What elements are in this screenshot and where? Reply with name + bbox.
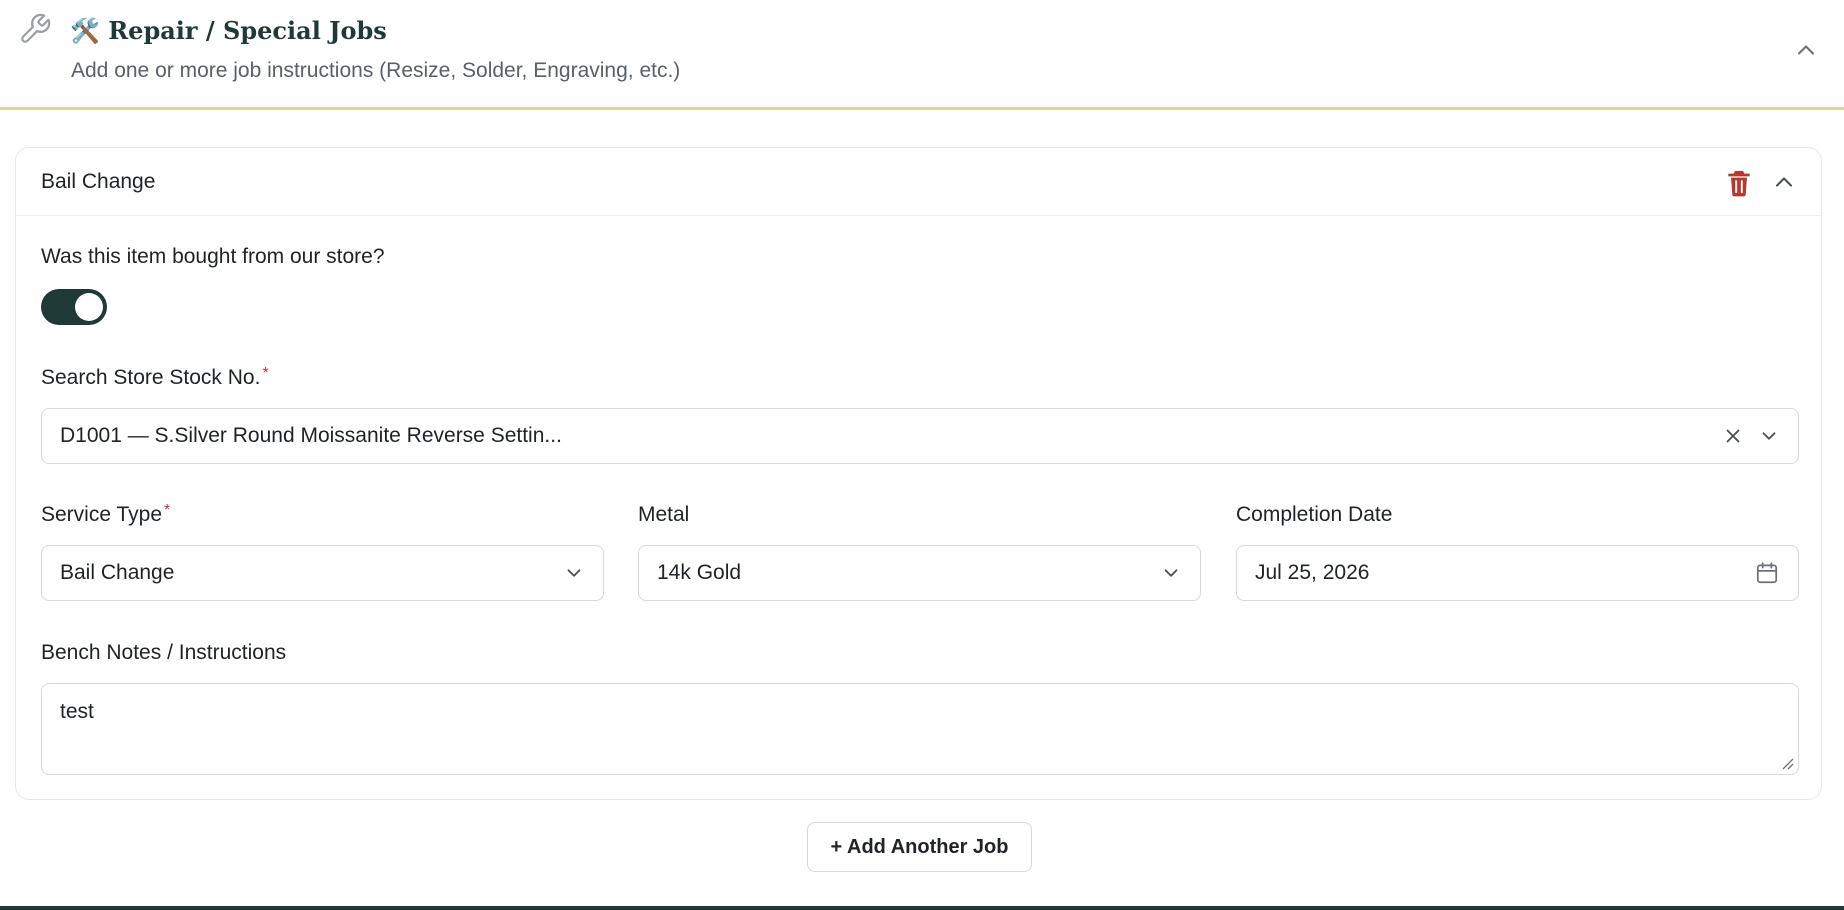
stock-label-text: Search Store Stock No. [41,366,261,389]
bottom-divider [0,906,1844,910]
metal-select[interactable]: 14k Gold [638,545,1201,601]
service-type-label-text: Service Type [41,503,163,526]
completion-date-input[interactable]: Jul 25, 2026 [1236,545,1799,601]
section-collapse-chevron-up-icon[interactable] [1792,36,1820,64]
delete-job-trash-icon[interactable] [1723,167,1755,199]
required-asterisk: * [262,365,269,382]
service-type-select[interactable]: Bail Change [41,545,604,601]
job-title: Bail Change [41,170,156,193]
resize-handle-icon[interactable] [1780,756,1794,770]
job-collapse-chevron-up-icon[interactable] [1770,168,1798,196]
bench-notes-textarea[interactable]: test [41,683,1799,775]
clear-x-icon[interactable] [1722,425,1744,447]
completion-date-label: Completion Date [1236,503,1393,526]
service-type-label: Service Type * [41,501,170,529]
toggle-knob [75,293,103,321]
bench-notes-value: test [60,700,94,723]
completion-date-value: Jul 25, 2026 [1255,561,1370,584]
add-another-job-button[interactable]: + Add Another Job [807,822,1032,872]
required-asterisk: * [164,502,171,519]
section-subtitle: Add one or more job instructions (Resize… [71,59,681,82]
metal-label: Metal [638,503,690,526]
bought-from-store-label: Was this item bought from our store? [41,245,385,268]
chevron-down-icon [1762,432,1776,440]
wrench-icon [21,13,51,43]
stock-selected-value: D1001 — S.Silver Round Moissanite Revers… [60,424,562,447]
stock-search-select[interactable]: D1001 — S.Silver Round Moissanite Revers… [41,408,1799,464]
bought-from-store-toggle[interactable] [41,289,107,325]
section-header: 🛠️ Repair / Special Jobs Add one or more… [0,0,1844,110]
section-title: 🛠️ Repair / Special Jobs [70,16,387,45]
job-card: Bail Change Was this item bought from ou… [15,147,1822,800]
service-type-value: Bail Change [60,561,175,584]
job-card-header[interactable]: Bail Change [16,148,1821,216]
bench-notes-label: Bench Notes / Instructions [41,641,287,664]
calendar-icon[interactable] [1754,560,1780,586]
chevron-down-icon [567,569,581,577]
metal-value: 14k Gold [657,561,742,584]
stock-label: Search Store Stock No. * [41,364,269,392]
chevron-down-icon [1164,569,1178,577]
